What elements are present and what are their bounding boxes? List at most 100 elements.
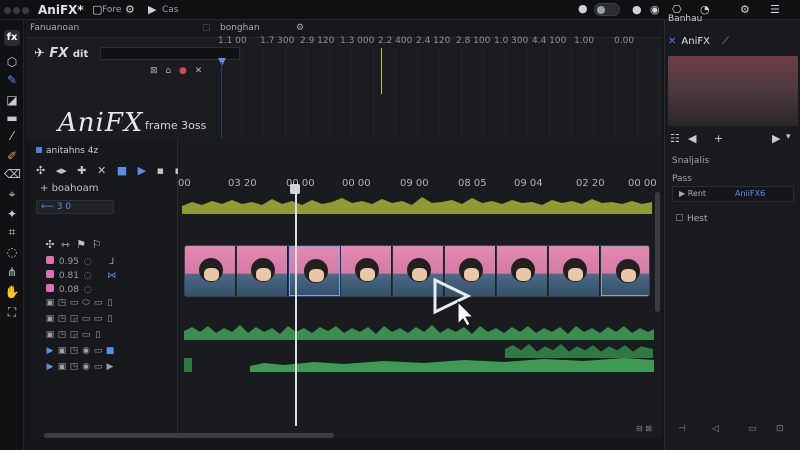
folder-tool-icon[interactable]: ▬ — [4, 110, 20, 126]
flag-icon[interactable]: ⚑ — [75, 238, 87, 251]
clip-frame[interactable] — [185, 246, 236, 296]
notification-icon[interactable]: ● — [632, 3, 642, 16]
remove-key-icon[interactable]: ✕ — [97, 164, 106, 177]
box-icon[interactable]: ▭ — [92, 314, 104, 324]
solo-icon[interactable]: ◳ — [68, 362, 80, 372]
property-row[interactable]: ▶ Rent AniiFX6 — [672, 186, 794, 202]
camera-icon[interactable]: ◉ — [650, 3, 660, 16]
menu-item-fore[interactable]: Fore — [102, 5, 121, 15]
play-icon[interactable]: ▶ — [772, 132, 780, 145]
play-track-icon[interactable]: ▶ — [44, 346, 56, 356]
list-icon[interactable]: ☷ — [670, 132, 680, 145]
folder-icon[interactable]: ▢ — [92, 3, 102, 16]
back-icon[interactable]: ⊣ — [678, 424, 686, 434]
checkbox-box[interactable] — [676, 214, 683, 221]
bucket-tool-icon[interactable]: ◪ — [4, 92, 20, 108]
crop-tool-icon[interactable]: ⌗ — [4, 224, 20, 240]
transform-tool-icon[interactable]: ⌖ — [4, 186, 20, 202]
link-icon[interactable]: ⋈ — [106, 271, 118, 281]
fit-icon[interactable]: ⊠ — [645, 424, 652, 433]
box-icon[interactable]: ▯ — [104, 298, 116, 308]
speaker-icon[interactable]: ◀ — [688, 132, 696, 145]
box-icon[interactable]: ▭ — [92, 298, 104, 308]
clip-frame[interactable] — [341, 246, 392, 296]
dropdown-icon[interactable]: ▾ — [786, 132, 791, 142]
tab-fanuanoan[interactable]: Fanuanoan — [30, 23, 79, 33]
node-tool-icon[interactable]: ⋔ — [4, 264, 20, 280]
property-value[interactable]: AniiFX6 — [735, 187, 765, 201]
eye-icon[interactable]: ◉ — [80, 346, 92, 356]
shape-tool-icon[interactable]: ⬡ — [4, 54, 20, 70]
pin-icon[interactable]: ⟋ — [722, 36, 729, 47]
fx-icon[interactable]: ◲ — [68, 314, 80, 324]
close-icon[interactable]: ✕ — [195, 66, 203, 76]
clip-frame[interactable] — [237, 246, 288, 296]
fx-tool-icon[interactable]: fx — [4, 30, 20, 46]
square-icon[interactable]: ▣ — [56, 362, 68, 372]
layer-row[interactable]: 0.95 ◌ ⅃ — [44, 256, 176, 270]
menu-icon[interactable]: ☰ — [770, 3, 780, 16]
eraser-tool-icon[interactable]: ⌫ — [4, 166, 21, 182]
close-panel-icon[interactable]: ✕ — [668, 36, 676, 47]
loop-icon[interactable]: ▪ — [157, 164, 164, 177]
marker-icon[interactable]: ⚐ — [91, 238, 103, 251]
split-icon[interactable]: ⇿ — [60, 238, 72, 251]
brush-tool-icon[interactable]: ⁄ — [4, 128, 20, 144]
vertical-scrollbar[interactable] — [655, 192, 660, 312]
box-icon[interactable]: ▯ — [92, 330, 104, 340]
tab-banhau[interactable]: Banhau — [668, 14, 702, 24]
solo-icon[interactable]: ◳ — [56, 314, 68, 324]
mute-icon[interactable]: ◁ — [712, 424, 719, 434]
fx-icon[interactable]: ◲ — [68, 330, 80, 340]
square-icon[interactable]: ▣ — [56, 346, 68, 356]
box-icon[interactable]: ■ — [104, 346, 116, 356]
window-controls[interactable] — [4, 6, 32, 14]
horizontal-scrollbar[interactable] — [44, 433, 334, 438]
oval-icon[interactable]: ⬭ — [80, 298, 92, 308]
timeline-playhead[interactable] — [295, 188, 297, 426]
add-layer-button[interactable]: + boahoam — [40, 183, 98, 194]
stop-icon[interactable]: ■ — [117, 164, 127, 177]
bone-tool-icon[interactable]: ✦ — [4, 206, 20, 222]
audio-waveform-green-1[interactable] — [184, 322, 654, 340]
tab-bonghan[interactable]: bonghan — [220, 23, 260, 33]
hest-checkbox[interactable]: Hest — [676, 214, 708, 224]
tab-close-icon[interactable]: ⚙ — [296, 23, 304, 33]
layer-row[interactable]: 0.81 ◌ ⋈ — [44, 270, 176, 284]
move-track-icon[interactable]: ✣ — [44, 238, 56, 251]
person-icon[interactable]: ● — [578, 2, 588, 15]
box-icon[interactable]: ▭ — [80, 330, 92, 340]
box-icon[interactable]: ▭ — [80, 314, 92, 324]
visibility-icon[interactable]: ◌ — [82, 271, 94, 281]
clip-frame[interactable] — [549, 246, 600, 296]
add-key-icon[interactable]: ✚ — [77, 164, 86, 177]
lock-icon[interactable] — [94, 257, 106, 267]
visibility-icon[interactable]: ◌ — [82, 285, 94, 295]
animation-clip[interactable]: FX — [184, 245, 650, 297]
gear-icon[interactable]: ⚙ — [125, 3, 135, 16]
record-icon[interactable]: ▭ — [748, 424, 757, 434]
layer-row[interactable]: 0.08 ◌ — [44, 284, 176, 298]
lock-icon[interactable] — [94, 271, 106, 281]
mode-toggle[interactable] — [594, 3, 620, 16]
stage-playhead[interactable] — [381, 48, 382, 94]
eye-icon[interactable]: ◉ — [80, 362, 92, 372]
color-picker-field[interactable] — [668, 56, 798, 126]
play-small-icon[interactable]: ▶ — [104, 362, 116, 372]
hand-tool-icon[interactable]: ✋ — [4, 284, 20, 300]
stage-grid[interactable] — [220, 48, 660, 136]
record-icon[interactable]: ● — [179, 66, 187, 76]
solo-icon[interactable]: ◳ — [56, 330, 68, 340]
pencil-tool-icon[interactable]: ✐ — [4, 148, 20, 164]
square-icon[interactable]: ▣ — [44, 314, 56, 324]
add-icon[interactable]: + — [714, 132, 723, 145]
clip-frame[interactable] — [601, 246, 649, 296]
play-icon[interactable]: ▶ — [148, 3, 156, 16]
clip-frame[interactable] — [497, 246, 548, 296]
home-icon[interactable]: ⌂ — [165, 66, 171, 76]
audio-waveform-yellow[interactable] — [182, 192, 652, 214]
export-icon[interactable]: ⊡ — [776, 424, 784, 434]
transition-icon[interactable]: ◂▸ — [56, 164, 67, 177]
solo-icon[interactable]: ◳ — [68, 346, 80, 356]
camera-tool-icon[interactable]: ⛶ — [4, 304, 20, 320]
